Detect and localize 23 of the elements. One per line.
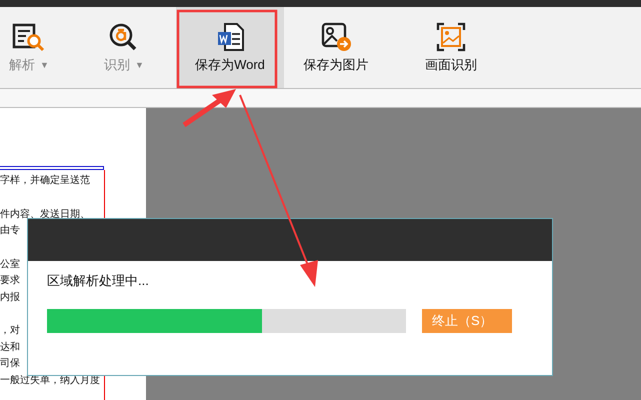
document-search-icon [12,22,46,52]
toolbar-button[interactable]: 保存为图片 [293,7,379,88]
caret-icon: ▼ [135,60,144,70]
toolbar-label: 识别 [104,56,130,74]
toolbar-label: 保存为Word [195,56,265,74]
document-text: 公室 [0,258,20,272]
document-text: 字样，并确定呈送范 [0,174,90,188]
document-text: 由专 [0,224,20,238]
caret-icon: ▼ [40,60,49,70]
document-text: 司保 [0,357,20,371]
document-text: 件内容、发送日期、 [0,208,90,222]
picture-frame-icon [434,22,468,52]
document-text: 内报 [0,290,20,304]
document-text: 要求 [0,274,20,288]
toolbar-button[interactable]: 画面识别 [408,7,494,88]
document-text: ，对 [0,324,20,338]
arrow-drawing [182,89,236,128]
toolbar-label: 解析 [9,56,36,74]
status-message: 区域解析处理中... [47,272,150,290]
toolbar-label: 保存为图片 [304,56,368,74]
document-text: 达和 [0,340,20,354]
picture-arrow-icon [319,22,353,52]
toolbar-label: 画面识别 [425,56,477,74]
